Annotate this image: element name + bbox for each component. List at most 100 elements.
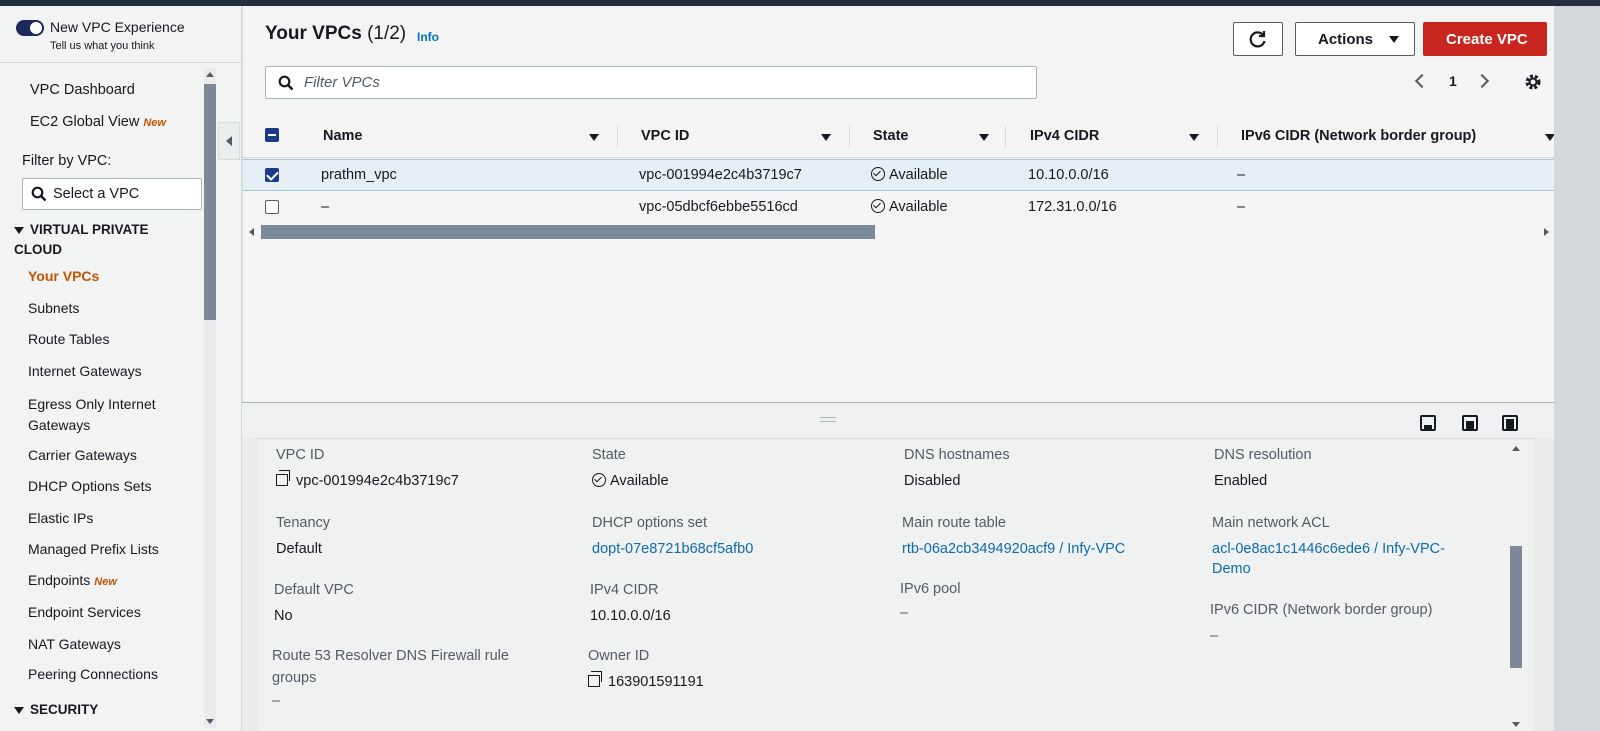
search-icon bbox=[31, 186, 47, 202]
detail-value-route53-firewall: – bbox=[272, 693, 281, 709]
cell-vpc-id[interactable]: vpc-001994e2c4b3719c7 bbox=[639, 167, 802, 183]
column-divider[interactable] bbox=[849, 126, 850, 148]
sidebar-item-carrier-gateways[interactable]: Carrier Gateways bbox=[28, 447, 137, 463]
scrollbar-thumb[interactable] bbox=[261, 225, 875, 239]
split-bottom-icon[interactable] bbox=[1420, 415, 1436, 431]
detail-value-vpc-id: vpc-001994e2c4b3719c7 bbox=[276, 470, 459, 489]
sidebar-item-ec2-global-view[interactable]: EC2 Global View New bbox=[30, 114, 166, 130]
detail-label-dns-hostnames: DNS hostnames bbox=[904, 447, 1010, 463]
table-horizontal-scrollbar[interactable] bbox=[243, 225, 1555, 239]
check-circle-icon bbox=[871, 167, 885, 181]
actions-button[interactable]: Actions bbox=[1295, 22, 1415, 56]
sidebar-item-route-tables[interactable]: Route Tables bbox=[28, 331, 109, 347]
vpc-list-panel: Your VPCs (1/2) Info Actions Create VPC … bbox=[242, 6, 1555, 402]
page-number[interactable]: 1 bbox=[1449, 73, 1457, 89]
collapse-sidebar-button[interactable] bbox=[218, 122, 240, 160]
column-header-name[interactable]: Name bbox=[323, 128, 363, 144]
window-edge bbox=[1554, 6, 1600, 731]
sidebar-item-vpc-dashboard[interactable]: VPC Dashboard bbox=[30, 82, 135, 98]
scroll-up-icon[interactable] bbox=[206, 72, 214, 77]
sidebar-item-your-vpcs[interactable]: Your VPCs bbox=[28, 268, 99, 284]
copy-icon[interactable] bbox=[588, 671, 602, 687]
create-vpc-button[interactable]: Create VPC bbox=[1423, 22, 1547, 56]
select-vpc-dropdown[interactable]: Select a VPC bbox=[22, 178, 202, 210]
column-divider[interactable] bbox=[1217, 126, 1218, 148]
table-row[interactable]: prathm_vpc vpc-001994e2c4b3719c7 Availab… bbox=[243, 159, 1555, 191]
column-header-vpc-id[interactable]: VPC ID bbox=[641, 128, 689, 144]
scroll-down-icon[interactable] bbox=[1512, 722, 1520, 727]
detail-label-main-network-acl: Main network ACL bbox=[1212, 515, 1330, 531]
cell-state: Available bbox=[871, 167, 948, 183]
detail-label-tenancy: Tenancy bbox=[276, 515, 331, 531]
main-route-table-link[interactable]: rtb-06a2cb3494920acf9 / Infy-VPC bbox=[902, 541, 1125, 557]
gear-icon[interactable] bbox=[1523, 72, 1543, 92]
cell-ipv6-cidr: – bbox=[1237, 199, 1246, 215]
scrollbar-thumb[interactable] bbox=[1510, 546, 1522, 668]
split-full-icon[interactable] bbox=[1502, 415, 1518, 431]
sidebar-divider bbox=[0, 62, 241, 63]
scroll-left-icon[interactable] bbox=[249, 228, 254, 236]
check-circle-icon bbox=[871, 199, 885, 213]
details-scrollbar[interactable] bbox=[1510, 442, 1524, 731]
row-checkbox[interactable] bbox=[265, 168, 279, 182]
column-header-ipv4-cidr[interactable]: IPv4 CIDR bbox=[1030, 128, 1099, 144]
scrollbar-thumb[interactable] bbox=[204, 84, 216, 320]
sidebar-item-endpoint-services[interactable]: Endpoint Services bbox=[28, 604, 141, 620]
section-virtual-private-cloud[interactable]: VIRTUAL PRIVATE CLOUD bbox=[14, 220, 164, 260]
column-header-state[interactable]: State bbox=[873, 128, 908, 144]
detail-value-dns-resolution: Enabled bbox=[1214, 473, 1268, 489]
sidebar-item-subnets[interactable]: Subnets bbox=[28, 300, 79, 316]
pagination: 1 bbox=[1413, 72, 1553, 94]
sidebar-item-egress-only-internet-gateways[interactable]: Egress Only Internet Gateways bbox=[28, 394, 178, 436]
row-checkbox[interactable] bbox=[265, 200, 279, 214]
info-link[interactable]: Info bbox=[417, 30, 439, 44]
sidebar-scrollbar[interactable] bbox=[204, 68, 216, 728]
sort-caret-icon[interactable] bbox=[979, 134, 989, 141]
sort-caret-icon[interactable] bbox=[589, 134, 599, 141]
column-header-ipv6-cidr[interactable]: IPv6 CIDR (Network border group) bbox=[1241, 128, 1476, 144]
sort-caret-icon[interactable] bbox=[1189, 134, 1199, 141]
detail-value-state: Available bbox=[592, 473, 669, 489]
feedback-link[interactable]: Tell us what you think bbox=[50, 40, 155, 52]
detail-value-tenancy: Default bbox=[276, 541, 322, 557]
scroll-down-icon[interactable] bbox=[206, 719, 214, 724]
drag-handle-icon[interactable] bbox=[820, 417, 836, 422]
detail-label-ipv4-cidr: IPv4 CIDR bbox=[590, 582, 659, 598]
detail-label-ipv6-cidr: IPv6 CIDR (Network border group) bbox=[1210, 602, 1433, 618]
next-page-icon[interactable] bbox=[1474, 73, 1490, 89]
dhcp-options-link[interactable]: dopt-07e8721b68cf5afb0 bbox=[592, 541, 753, 557]
detail-label-route53-firewall: Route 53 Resolver DNS Firewall rule bbox=[272, 648, 509, 664]
split-panel-handle[interactable] bbox=[242, 402, 1554, 438]
column-divider[interactable] bbox=[617, 126, 618, 148]
copy-icon[interactable] bbox=[276, 470, 290, 486]
cell-state: Available bbox=[871, 199, 948, 215]
main-network-acl-link[interactable]: acl-0e8ac1c1446c6ede6 / Infy-VPC- bbox=[1212, 541, 1445, 557]
sort-caret-icon[interactable] bbox=[821, 134, 831, 141]
column-divider[interactable] bbox=[1005, 126, 1006, 148]
scroll-up-icon[interactable] bbox=[1512, 446, 1520, 451]
scroll-right-icon[interactable] bbox=[1544, 228, 1549, 236]
sidebar-item-internet-gateways[interactable]: Internet Gateways bbox=[28, 363, 142, 379]
new-experience-title: New VPC Experience bbox=[50, 19, 185, 35]
main-network-acl-link-cont[interactable]: Demo bbox=[1212, 561, 1251, 577]
refresh-icon bbox=[1249, 31, 1266, 48]
select-all-checkbox[interactable] bbox=[265, 128, 279, 142]
sidebar-item-dhcp-options-sets[interactable]: DHCP Options Sets bbox=[28, 478, 151, 494]
sidebar-item-peering-connections[interactable]: Peering Connections bbox=[28, 666, 158, 682]
detail-label-main-route-table: Main route table bbox=[902, 515, 1006, 531]
detail-label-dhcp-options: DHCP options set bbox=[592, 515, 707, 531]
new-experience-toggle[interactable] bbox=[16, 20, 44, 36]
previous-page-icon[interactable] bbox=[1414, 73, 1430, 89]
section-security[interactable]: SECURITY bbox=[14, 702, 98, 717]
detail-label-default-vpc: Default VPC bbox=[274, 582, 354, 598]
cell-vpc-id[interactable]: vpc-05dbcf6ebbe5516cd bbox=[639, 199, 798, 215]
sidebar-item-endpoints[interactable]: Endpoints New bbox=[28, 572, 117, 588]
filter-vpcs-input[interactable]: Filter VPCs bbox=[265, 66, 1037, 99]
selection-count: (1/2) bbox=[367, 23, 407, 44]
sidebar-item-managed-prefix-lists[interactable]: Managed Prefix Lists bbox=[28, 541, 159, 557]
sidebar-item-elastic-ips[interactable]: Elastic IPs bbox=[28, 510, 93, 526]
table-row[interactable]: – vpc-05dbcf6ebbe5516cd Available 172.31… bbox=[243, 192, 1555, 224]
sidebar-item-nat-gateways[interactable]: NAT Gateways bbox=[28, 636, 121, 652]
refresh-button[interactable] bbox=[1233, 22, 1283, 56]
split-middle-icon[interactable] bbox=[1462, 415, 1478, 431]
